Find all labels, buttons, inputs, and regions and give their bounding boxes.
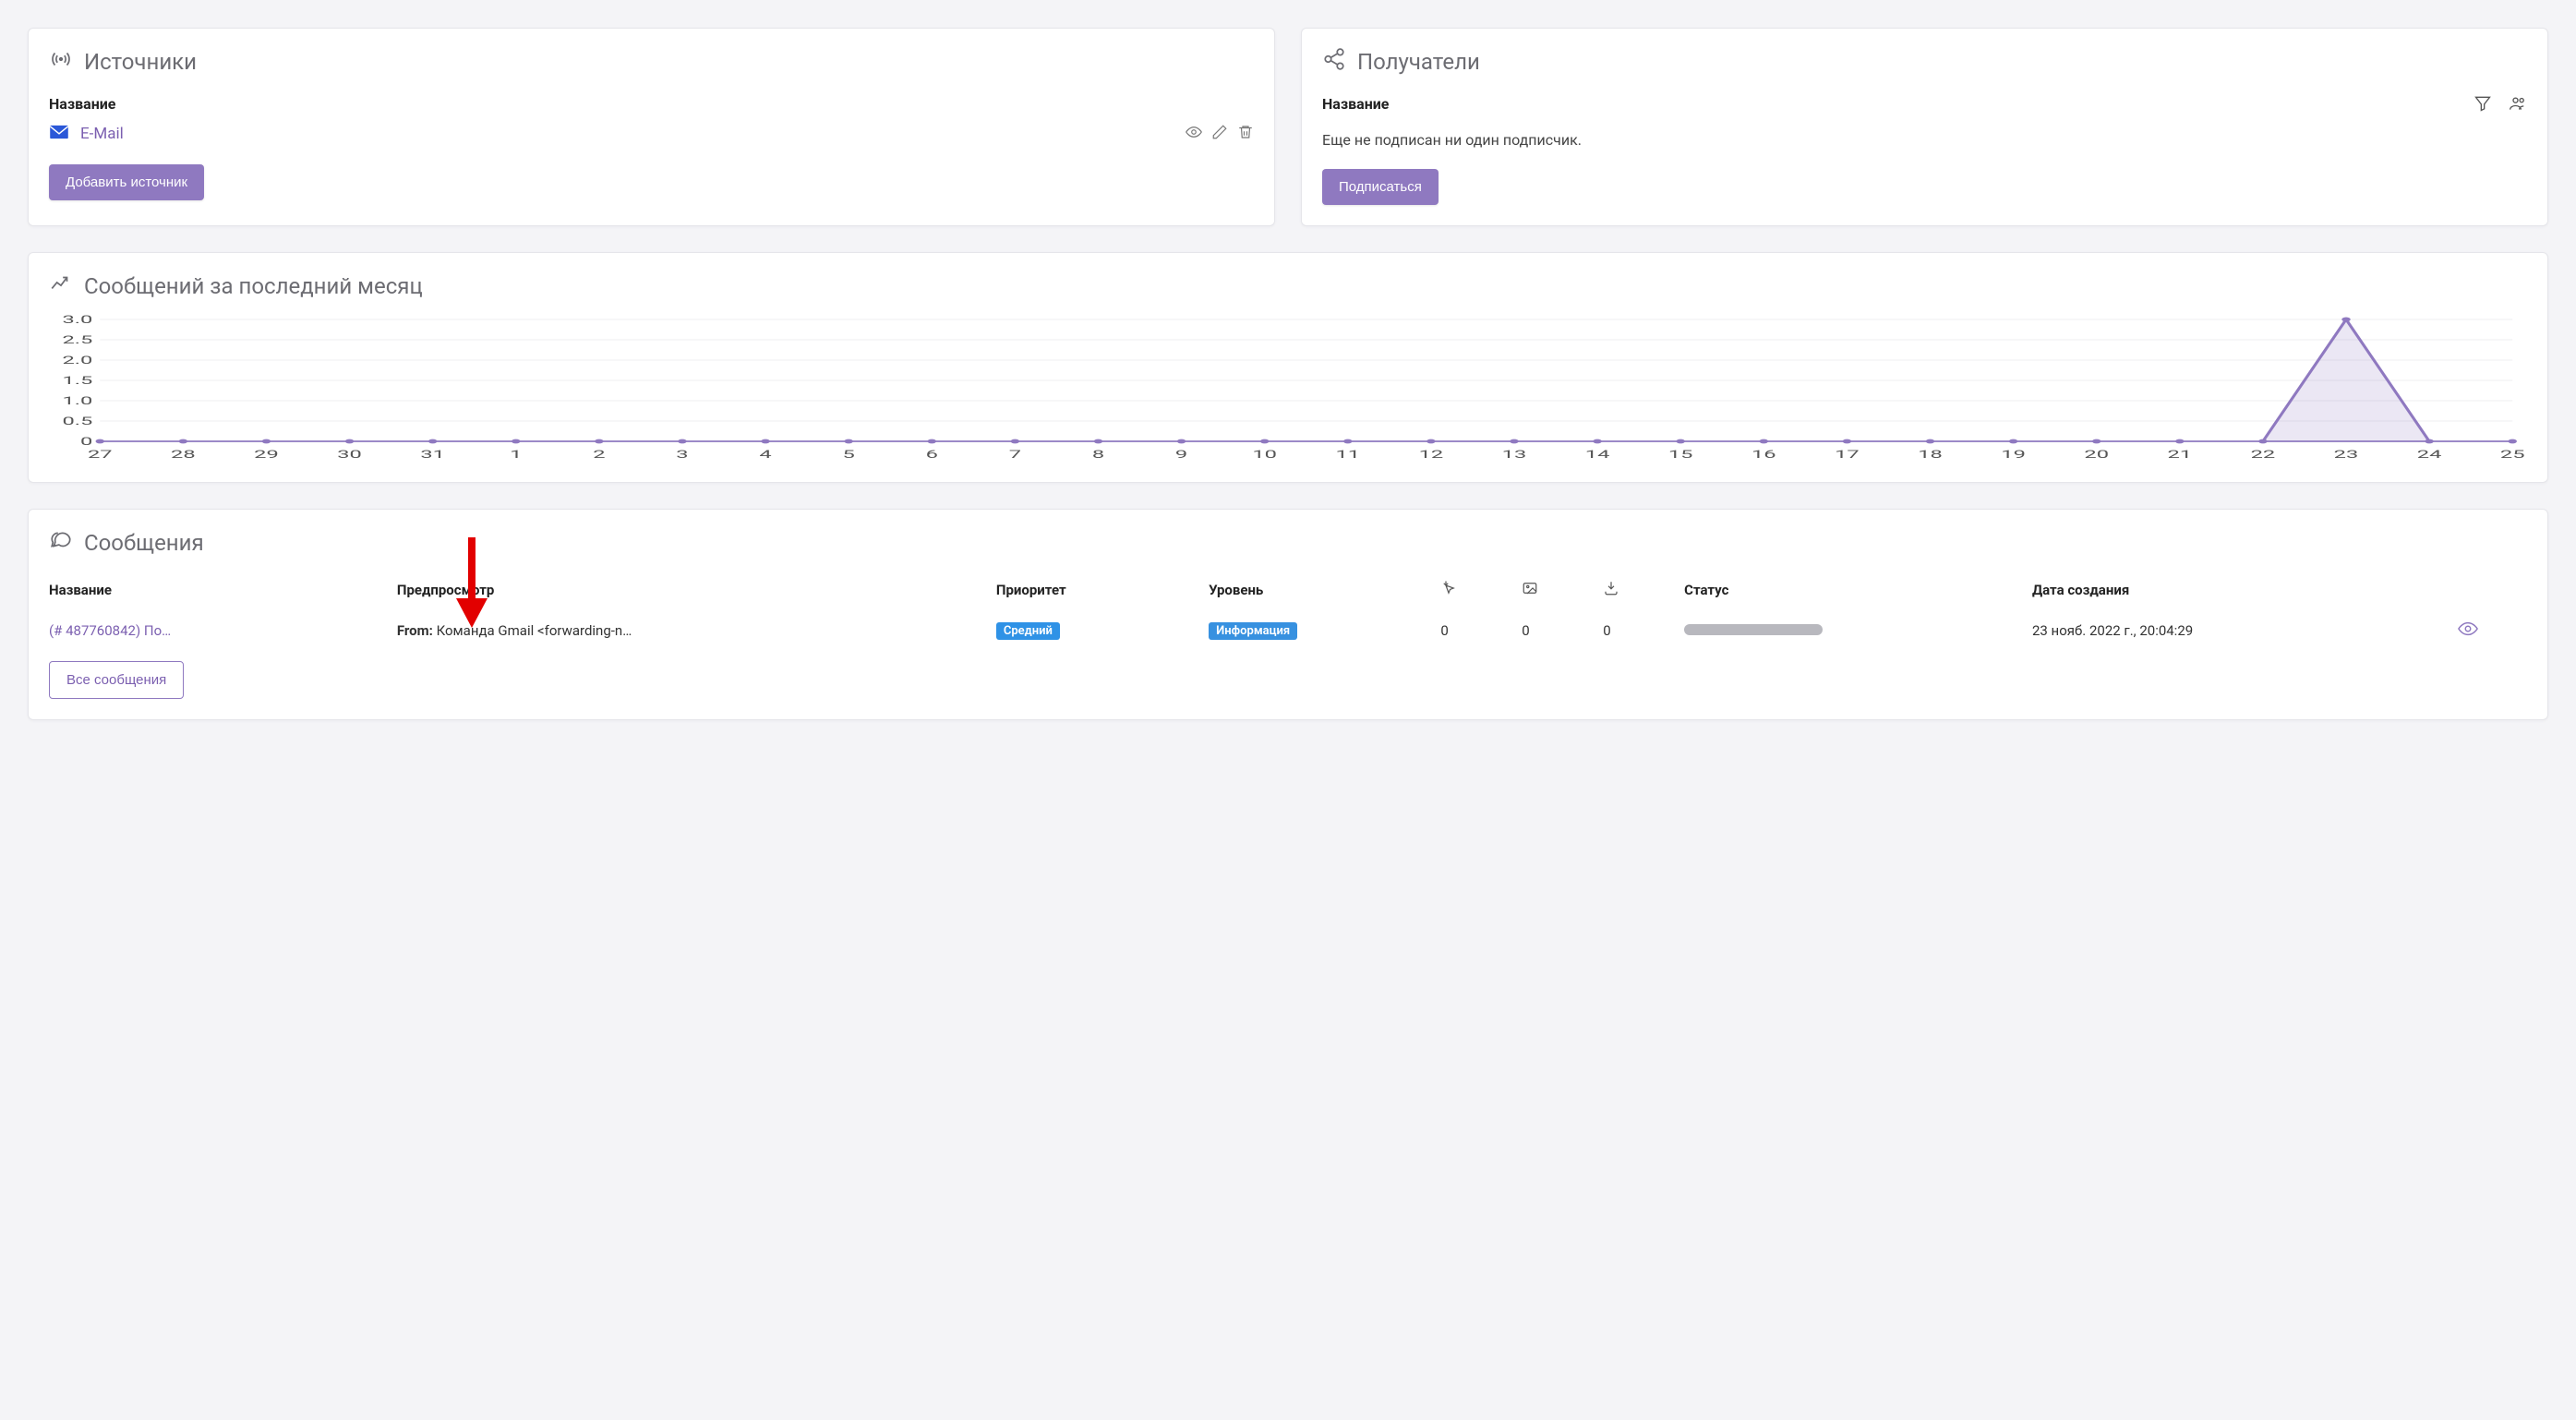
svg-text:19: 19 [2001, 448, 2026, 461]
status-cell [1684, 609, 2032, 652]
users-icon[interactable] [2509, 94, 2527, 116]
svg-text:25: 25 [2500, 448, 2525, 461]
svg-text:17: 17 [1835, 448, 1860, 461]
downloads-count: 0 [1603, 609, 1684, 652]
status-progress-bar [1684, 624, 1823, 635]
svg-text:0.5: 0.5 [63, 415, 93, 427]
col-priority: Приоритет [996, 571, 1209, 609]
svg-text:2.0: 2.0 [63, 354, 93, 367]
svg-text:10: 10 [1252, 448, 1277, 461]
messages-title: Сообщения [49, 528, 2527, 558]
subscribe-button[interactable]: Подписаться [1322, 169, 1438, 205]
svg-text:29: 29 [254, 448, 279, 461]
edit-icon[interactable] [1211, 124, 1228, 144]
col-created: Дата создания [2032, 571, 2458, 609]
recipients-card: Получатели Название Еще не подписан ни о… [1301, 28, 2548, 226]
trash-icon[interactable] [1237, 124, 1254, 144]
all-messages-button[interactable]: Все сообщения [49, 661, 184, 699]
svg-text:13: 13 [1502, 448, 1527, 461]
svg-text:16: 16 [1751, 448, 1776, 461]
level-badge: Информация [1209, 622, 1297, 640]
view-icon[interactable] [1186, 124, 1202, 144]
source-link-email[interactable]: E-Mail [80, 125, 124, 143]
svg-text:6: 6 [926, 448, 938, 461]
svg-text:1.5: 1.5 [63, 374, 93, 387]
preview-prefix: From: [397, 622, 433, 639]
messages-card: Сообщения Название Предпросмотр Приорите… [28, 509, 2548, 720]
svg-text:11: 11 [1335, 448, 1360, 461]
svg-text:3.0: 3.0 [63, 314, 93, 326]
messages-title-text: Сообщения [84, 530, 204, 556]
sources-card: Источники Название E-Mail Добавить источ… [28, 28, 1275, 226]
created-date: 23 нояб. 2022 г., 20:04:29 [2032, 609, 2458, 652]
message-link[interactable]: (# 487760842) По… [49, 622, 171, 639]
recipients-title-text: Получатели [1357, 49, 1480, 75]
sources-column-header: Название [49, 90, 1254, 120]
view-message-icon[interactable] [2458, 609, 2527, 652]
priority-badge: Средний [996, 622, 1060, 640]
svg-text:0: 0 [80, 435, 92, 448]
svg-text:8: 8 [1092, 448, 1104, 461]
recipients-column-header: Название [1322, 90, 1389, 120]
svg-text:1.0: 1.0 [63, 394, 93, 407]
preview-body: Команда Gmail <forwarding-n… [433, 622, 632, 639]
message-row: (# 487760842) По… From: Команда Gmail <f… [49, 609, 2527, 652]
svg-text:1: 1 [510, 448, 522, 461]
images-count: 0 [1522, 609, 1603, 652]
chart-title-text: Сообщений за последний месяц [84, 273, 423, 299]
chart-card: Сообщений за последний месяц 0 0.5 1.0 1.5 2… [28, 252, 2548, 483]
col-name: Название [49, 571, 397, 609]
svg-text:4: 4 [759, 448, 772, 461]
svg-text:27: 27 [88, 448, 113, 461]
svg-text:31: 31 [420, 448, 445, 461]
svg-text:5: 5 [843, 448, 855, 461]
svg-text:14: 14 [1585, 448, 1610, 461]
chart-line-icon [49, 271, 73, 301]
messages-chart: 00.51.01.52.02.53.0272829303112345678910… [49, 314, 2527, 462]
chart-title: Сообщений за последний месяц [49, 271, 2527, 301]
col-clicks-icon [1440, 571, 1522, 609]
col-status: Статус [1684, 571, 2032, 609]
col-download-icon [1603, 571, 1684, 609]
svg-text:30: 30 [337, 448, 362, 461]
col-image-icon [1522, 571, 1603, 609]
recipients-title: Получатели [1322, 47, 2527, 77]
chat-icon [49, 528, 73, 558]
sources-title: Источники [49, 47, 1254, 77]
svg-text:9: 9 [1175, 448, 1187, 461]
svg-text:22: 22 [2251, 448, 2276, 461]
svg-text:2.5: 2.5 [63, 333, 93, 346]
svg-text:7: 7 [1009, 448, 1021, 461]
filter-icon[interactable] [2474, 94, 2492, 116]
messages-table: Название Предпросмотр Приоритет Уровень … [49, 571, 2527, 652]
svg-text:21: 21 [2167, 448, 2192, 461]
message-preview: From: Команда Gmail <forwarding-n… [397, 609, 996, 652]
source-row: E-Mail [49, 120, 1254, 155]
broadcast-icon [49, 47, 73, 77]
col-level: Уровень [1209, 571, 1440, 609]
svg-text:23: 23 [2334, 448, 2359, 461]
sources-title-text: Источники [84, 49, 197, 75]
col-preview: Предпросмотр [397, 571, 996, 609]
add-source-button[interactable]: Добавить источник [49, 164, 204, 200]
svg-text:15: 15 [1668, 448, 1693, 461]
svg-text:2: 2 [593, 448, 605, 461]
svg-text:3: 3 [676, 448, 688, 461]
svg-text:18: 18 [1918, 448, 1943, 461]
recipients-empty-text: Еще не подписан ни один подписчик. [1322, 126, 2527, 160]
svg-text:20: 20 [2084, 448, 2109, 461]
svg-text:12: 12 [1419, 448, 1444, 461]
share-icon [1322, 47, 1346, 77]
svg-text:24: 24 [2417, 448, 2442, 461]
mail-icon [49, 125, 69, 143]
clicks-count: 0 [1440, 609, 1522, 652]
svg-text:28: 28 [171, 448, 196, 461]
